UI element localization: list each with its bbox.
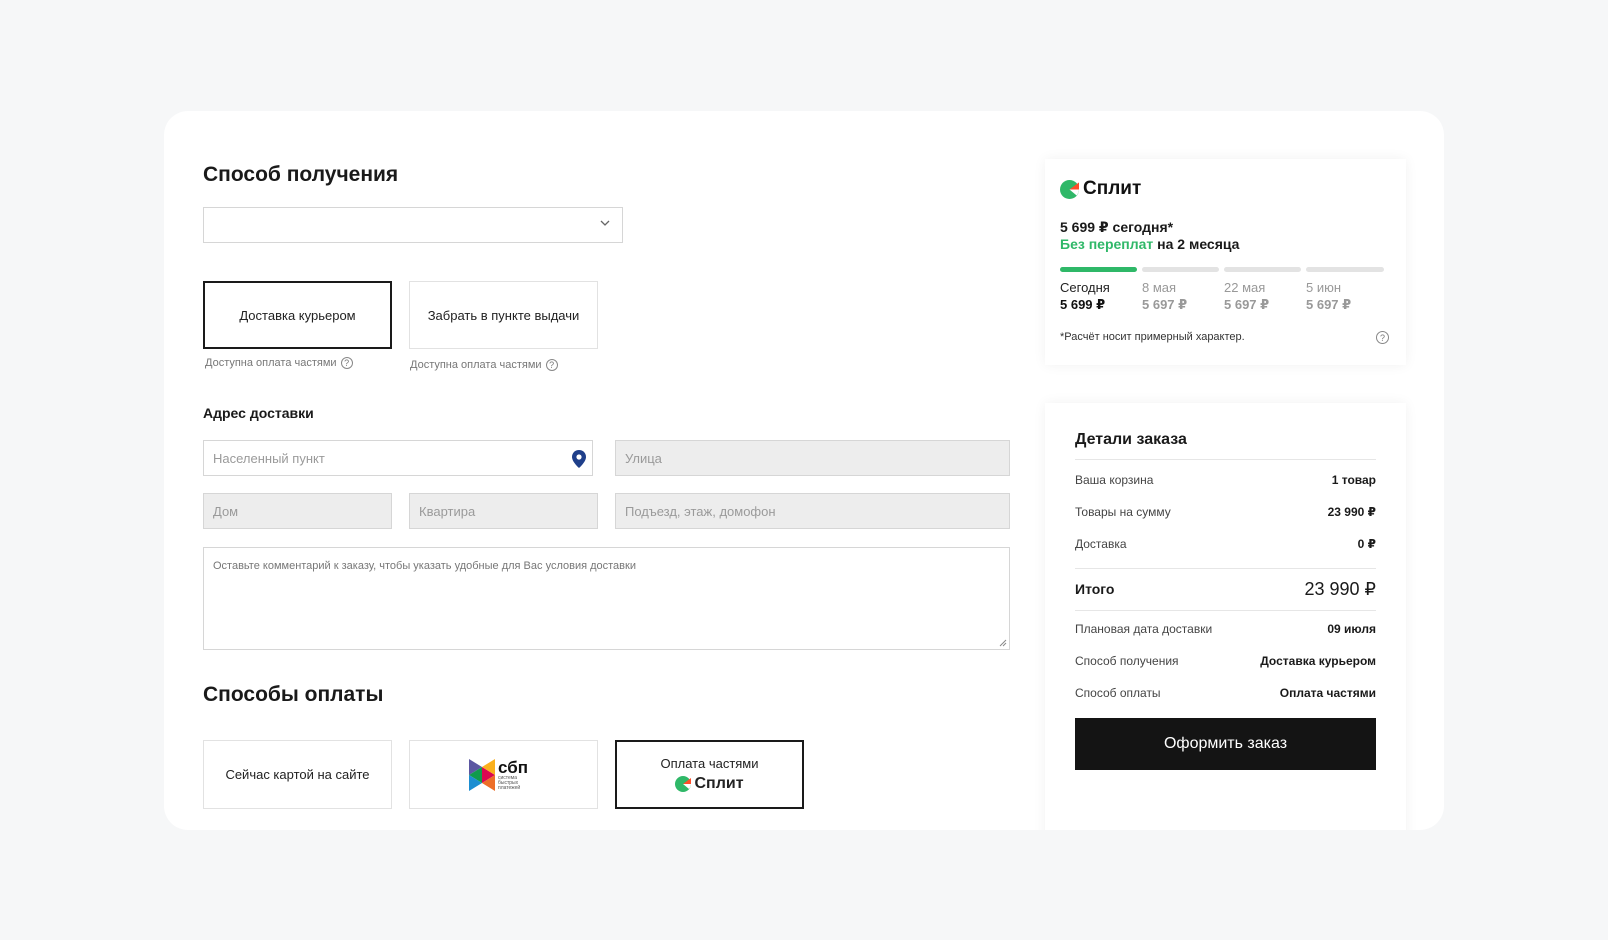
checkout-card: Способ получения Доставка курьером Досту… <box>164 111 1444 830</box>
split-progress <box>1060 267 1386 272</box>
option-courier-delivery[interactable]: Доставка курьером <box>203 281 392 349</box>
split-payment-date: Сегодня <box>1060 280 1110 295</box>
payment-sbp-option[interactable]: сбп система быстрых платежей <box>409 740 598 809</box>
city-input[interactable]: Населенный пункт <box>203 440 593 476</box>
summary-label: Ваша корзина <box>1075 473 1154 487</box>
apartment-placeholder: Квартира <box>419 503 476 519</box>
chevron-down-icon <box>600 220 610 226</box>
hint-pickup: Доступна оплата частями ? <box>410 359 558 371</box>
split-logo-icon <box>1060 179 1079 199</box>
split-payment-2: 8 мая 5 697 ₽ <box>1142 280 1187 313</box>
info-row-delivery-date: Плановая дата доставки 09 июля <box>1075 622 1376 636</box>
house-placeholder: Дом <box>213 503 239 519</box>
help-icon[interactable]: ? <box>340 357 353 369</box>
option-pickup-label: Забрать в пункте выдачи <box>427 307 580 323</box>
info-value: Доставка курьером <box>1260 654 1376 668</box>
help-icon[interactable]: ? <box>1376 331 1389 344</box>
info-value: 09 июля <box>1327 622 1376 636</box>
sbp-sublabel: система быстрых платежей <box>498 774 521 791</box>
divider <box>1075 610 1376 611</box>
divider <box>1075 459 1376 460</box>
sbp-logo-icon <box>469 758 495 791</box>
summary-row-goods: Товары на сумму 23 990 ₽ <box>1075 505 1376 519</box>
option-pickup[interactable]: Забрать в пункте выдачи <box>409 281 598 349</box>
split-progress-bar-1 <box>1060 267 1137 272</box>
split-payment-date: 5 июн <box>1306 280 1342 295</box>
info-label: Способ оплаты <box>1075 686 1161 700</box>
split-payment-4: 5 июн 5 697 ₽ <box>1306 280 1351 313</box>
hint-courier-text: Доступна оплата частями <box>205 357 337 369</box>
split-brand-text: Сплит <box>694 775 744 792</box>
summary-row-delivery: Доставка 0 ₽ <box>1075 537 1376 551</box>
split-payment-date: 22 мая <box>1224 280 1266 295</box>
summary-label: Доставка <box>1075 537 1127 551</box>
payment-heading: Способы оплаты <box>203 683 384 706</box>
city-placeholder: Населенный пункт <box>213 450 325 466</box>
split-no-overpay: Без переплат <box>1060 236 1154 252</box>
payment-card-option[interactable]: Сейчас картой на сайте <box>203 740 392 809</box>
split-payment-date: 8 мая <box>1142 280 1177 295</box>
split-payment-amount: 5 697 ₽ <box>1306 297 1352 312</box>
hint-pickup-text: Доступна оплата частями <box>410 359 542 371</box>
comment-placeholder: Оставьте комментарий к заказу, чтобы ука… <box>213 560 636 572</box>
address-heading: Адрес доставки <box>203 405 314 421</box>
split-payment-amount: 5 697 ₽ <box>1224 297 1270 312</box>
comment-textarea[interactable]: Оставьте комментарий к заказу, чтобы ука… <box>203 547 1010 650</box>
receipt-heading: Способ получения <box>203 163 399 186</box>
split-term: на 2 месяца <box>1153 236 1240 252</box>
split-payment-3: 22 мая 5 697 ₽ <box>1224 280 1269 313</box>
order-details-panel: Детали заказа Ваша корзина 1 товар Товар… <box>1045 403 1406 830</box>
total-value: 23 990 ₽ <box>1304 578 1376 599</box>
order-details-title: Детали заказа <box>1075 431 1187 448</box>
info-row-receipt-method: Способ получения Доставка курьером <box>1075 654 1376 668</box>
apartment-input[interactable]: Квартира <box>409 493 598 529</box>
resize-grip-icon[interactable] <box>999 639 1007 647</box>
split-payment-1: Сегодня 5 699 ₽ <box>1060 280 1110 313</box>
split-progress-bar-2 <box>1142 267 1219 272</box>
summary-value: 23 990 ₽ <box>1327 505 1376 519</box>
split-payment-amount: 5 699 ₽ <box>1060 297 1106 312</box>
summary-value: 0 ₽ <box>1357 537 1376 551</box>
payment-card-label: Сейчас картой на сайте <box>225 767 370 782</box>
option-courier-label: Доставка курьером <box>239 307 356 323</box>
split-payment-amount: 5 697 ₽ <box>1142 297 1188 312</box>
map-pin-icon[interactable] <box>572 450 586 468</box>
entrance-placeholder: Подъезд, этаж, домофон <box>625 503 776 519</box>
info-value: Оплата частями <box>1279 686 1376 700</box>
street-input[interactable]: Улица <box>615 440 1010 476</box>
summary-row-cart: Ваша корзина 1 товар <box>1075 473 1376 487</box>
info-label: Способ получения <box>1075 654 1179 668</box>
submit-order-button[interactable]: Оформить заказ <box>1075 718 1376 770</box>
split-today-line: 5 699 ₽ сегодня* <box>1060 219 1174 235</box>
summary-value: 1 товар <box>1331 473 1376 487</box>
split-term-line: Без переплат на 2 месяца <box>1060 236 1239 252</box>
total-label: Итого <box>1075 581 1115 597</box>
summary-row-total: Итого 23 990 ₽ <box>1075 576 1376 602</box>
split-logo-icon <box>675 776 692 792</box>
entrance-input[interactable]: Подъезд, этаж, домофон <box>615 493 1010 529</box>
hint-courier: Доступна оплата частями ? <box>205 357 353 369</box>
split-progress-bar-4 <box>1306 267 1384 272</box>
split-widget: Сплит 5 699 ₽ сегодня* Без переплат на 2… <box>1045 159 1406 365</box>
split-widget-brand: Сплит <box>1083 178 1142 199</box>
help-icon[interactable]: ? <box>545 359 558 371</box>
receipt-select[interactable] <box>203 207 623 243</box>
split-progress-bar-3 <box>1224 267 1301 272</box>
info-label: Плановая дата доставки <box>1075 622 1213 636</box>
payment-split-option[interactable]: Оплата частями Сплит <box>615 740 804 809</box>
summary-label: Товары на сумму <box>1075 505 1171 519</box>
payment-split-label: Оплата частями <box>660 756 759 771</box>
street-placeholder: Улица <box>625 450 662 466</box>
divider <box>1075 568 1376 569</box>
info-row-payment-method: Способ оплаты Оплата частями <box>1075 686 1376 700</box>
split-widget-logo: Сплит <box>1060 178 1141 200</box>
split-disclaimer: *Расчёт носит примерный характер. <box>1060 331 1245 343</box>
sbp-label: сбп <box>498 757 528 777</box>
house-input[interactable]: Дом <box>203 493 392 529</box>
